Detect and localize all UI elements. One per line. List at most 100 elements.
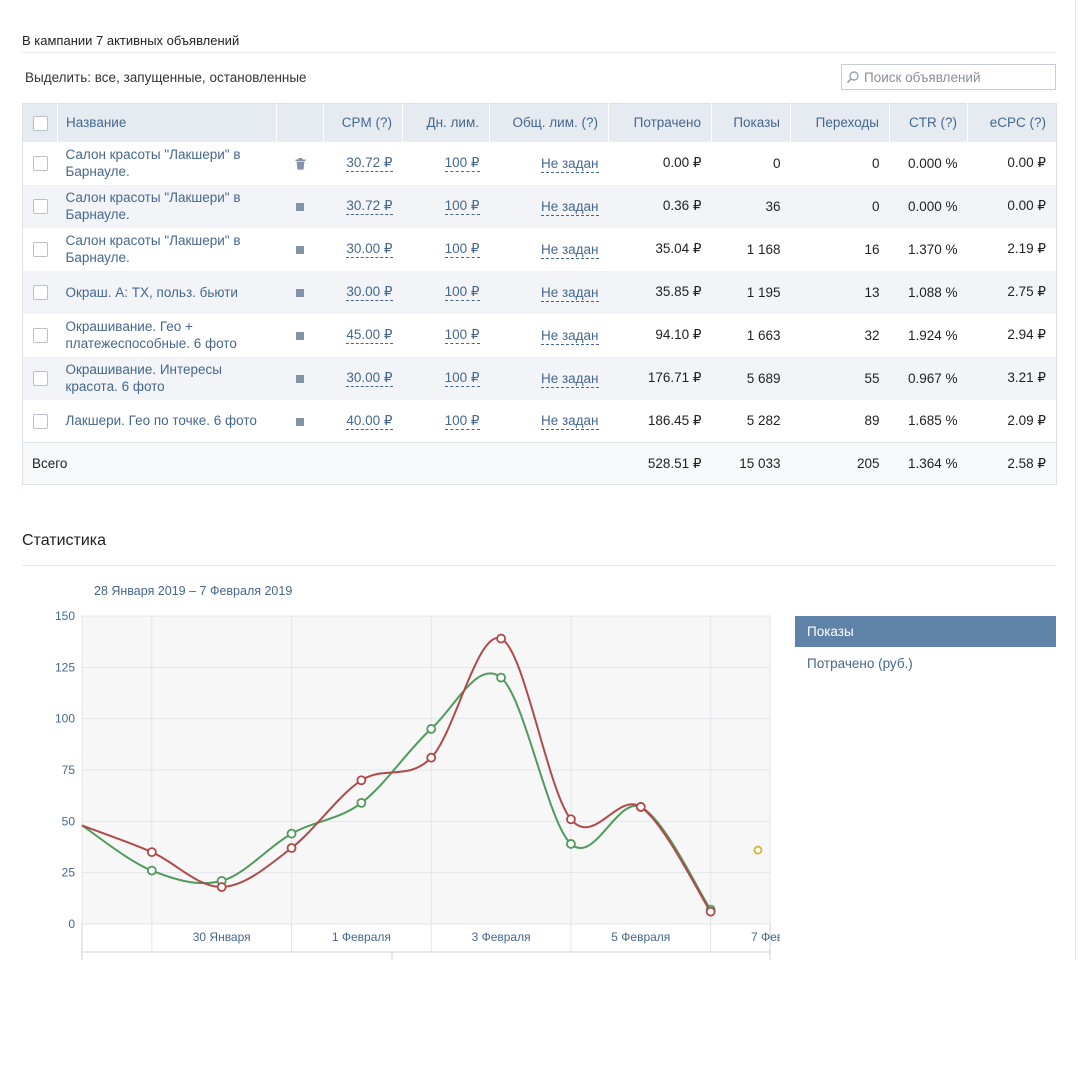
total-clicks: 205 — [790, 442, 890, 485]
series-2-point — [566, 814, 576, 825]
ad-impressions: 1 168 — [746, 241, 781, 257]
row-checkbox[interactable] — [32, 413, 48, 429]
ad-cpm[interactable]: 30.72 ₽ — [346, 198, 393, 215]
ad-cpm[interactable]: 45.00 ₽ — [346, 327, 393, 344]
ad-name[interactable]: Лакшери. Гео по точке. 6 фото — [58, 400, 277, 443]
table-row: Салон красоты "Лакшери" в Барнауле. 30.72… — [23, 142, 1057, 185]
ad-name[interactable]: Окрашивание. Интересы красота. 6 фото — [57, 356, 277, 400]
ad-day-limit[interactable]: 100 ₽ — [444, 327, 480, 344]
ad-total-limit[interactable]: Не задан — [540, 241, 599, 259]
search-input[interactable] — [864, 69, 1044, 85]
ad-name[interactable]: Окрашивание. Гео + платежеспособные. 6 ф… — [58, 314, 277, 357]
ad-day-limit[interactable]: 100 ₽ — [444, 198, 480, 215]
y-tick-label: 100 — [55, 712, 75, 726]
ad-day-limit[interactable]: 100 ₽ — [444, 412, 480, 430]
ad-cpm[interactable]: 30.72 ₽ — [346, 155, 393, 172]
ad-ecpc: 3.21 ₽ — [967, 356, 1057, 400]
ad-day-limit-cell: 100 ₽ — [402, 270, 490, 314]
row-checkbox[interactable] — [32, 198, 48, 214]
select-all-link[interactable]: все — [95, 70, 116, 85]
ad-cpm-cell: 30.00 ₽ — [324, 228, 403, 271]
stop-icon[interactable] — [296, 331, 304, 340]
ad-day-limit[interactable]: 100 ₽ — [444, 370, 480, 387]
trash-icon[interactable] — [295, 157, 306, 170]
series-2-point — [496, 633, 506, 644]
ad-day-limit-cell: 100 ₽ — [403, 400, 490, 443]
stats-title: Статистика — [22, 532, 107, 549]
ad-ctr: 1.088 % — [889, 270, 968, 314]
ad-total-limit[interactable]: Не задан — [540, 284, 599, 302]
row-checkbox[interactable] — [32, 241, 48, 257]
y-tick-label: 0 — [68, 917, 75, 931]
ad-total-limit[interactable]: Не задан — [540, 370, 599, 388]
row-checkbox[interactable] — [32, 370, 48, 386]
ad-ecpc: 2.75 ₽ — [967, 270, 1057, 314]
y-tick-label: 125 — [55, 660, 75, 674]
ad-ctr: 1.924 % — [907, 327, 958, 343]
column-header-total-limit[interactable]: Общ. лим. (?) — [489, 103, 609, 142]
ad-cpm-cell: 30.00 ₽ — [323, 356, 403, 400]
stop-icon[interactable] — [296, 245, 304, 254]
ad-name[interactable]: Салон красоты "Лакшери" в Барнауле. — [58, 228, 277, 271]
column-header-cpm[interactable]: CPM (?) — [323, 103, 403, 142]
ad-ecpc: 0.00 ₽ — [1007, 155, 1046, 170]
ad-cpm-cell: 30.72 ₽ — [323, 184, 403, 228]
series-2-point — [216, 882, 227, 892]
row-checkbox-cell — [23, 314, 58, 357]
select-all-checkbox[interactable] — [32, 115, 48, 131]
column-header-clicks[interactable]: Переходы — [790, 103, 890, 142]
table-row: Окрашивание. Интересы красота. 6 фото 30.… — [22, 356, 1057, 400]
ad-spent: 0.00 ₽ — [662, 155, 702, 170]
series-1-point — [566, 839, 576, 849]
row-checkbox-cell — [22, 270, 58, 314]
ad-total-limit[interactable]: Не задан — [540, 413, 599, 431]
column-header-name[interactable]: Название — [57, 103, 277, 142]
stop-icon[interactable] — [296, 374, 304, 383]
stats-divider — [22, 565, 1056, 566]
ad-total-limit[interactable]: Не задан — [540, 327, 599, 345]
ad-status-cell — [277, 314, 324, 357]
ad-name[interactable]: Салон красоты "Лакшери" в Барнауле. — [58, 142, 277, 185]
stop-icon[interactable] — [296, 417, 304, 426]
table-row: Окраш. А: ТХ, польз. бьюти 30.00 ₽ 100 ₽ Не… — [22, 270, 1057, 314]
tab-spent[interactable]: Потрачено (руб.) — [795, 648, 1056, 679]
ad-cpm[interactable]: 30.00 ₽ — [346, 284, 393, 301]
x-tick-label: 1 Февраля — [332, 930, 391, 944]
column-header-day-limit[interactable]: Дн. лим. — [402, 103, 490, 142]
row-checkbox[interactable] — [32, 284, 48, 300]
ad-cpm[interactable]: 30.00 ₽ — [346, 241, 393, 258]
series-1-point — [356, 797, 367, 808]
ad-total-limit-cell: Не задан — [490, 142, 609, 185]
stop-icon[interactable] — [296, 288, 304, 297]
stop-icon[interactable] — [296, 202, 304, 211]
row-checkbox[interactable] — [32, 327, 48, 343]
series-1-point — [496, 672, 506, 683]
table-header: Название CPM (?) Дн. лим. Общ. лим. (?) … — [22, 103, 1057, 142]
date-range[interactable]: 28 Января 2019 – 7 Февраля 2019 — [94, 584, 292, 598]
column-header-ctr[interactable]: CTR (?) — [889, 103, 968, 142]
row-checkbox[interactable] — [32, 155, 48, 171]
ad-total-limit[interactable]: Не задан — [540, 155, 599, 173]
ad-cpm-cell: 30.72 ₽ — [324, 142, 403, 185]
column-header-spent[interactable]: Потрачено — [608, 103, 712, 142]
column-header-ecpc[interactable]: eCPC (?) — [967, 103, 1057, 142]
ad-name[interactable]: Окраш. А: ТХ, польз. бьюти — [57, 270, 277, 314]
ad-clicks: 13 — [790, 270, 890, 314]
ad-cpm[interactable]: 40.00 ₽ — [346, 412, 393, 430]
column-header-impressions[interactable]: Показы — [711, 103, 791, 142]
total-impressions: 15 033 — [711, 442, 791, 485]
ad-total-limit-cell: Не задан — [490, 314, 609, 357]
ad-clicks: 89 — [864, 413, 880, 429]
y-tick-label: 50 — [62, 814, 76, 828]
ad-day-limit[interactable]: 100 ₽ — [444, 241, 480, 258]
ad-cpm[interactable]: 30.00 ₽ — [346, 370, 393, 387]
series-1-point — [146, 865, 157, 876]
ad-name[interactable]: Салон красоты "Лакшери" в Барнауле. — [57, 184, 277, 228]
select-running-link[interactable]: запущенные — [124, 70, 202, 85]
ad-impressions: 1 663 — [746, 327, 781, 343]
ad-day-limit[interactable]: 100 ₽ — [444, 155, 480, 172]
select-stopped-link[interactable]: остановленные — [209, 70, 306, 85]
ad-day-limit[interactable]: 100 ₽ — [444, 284, 480, 301]
ad-total-limit[interactable]: Не задан — [540, 198, 599, 216]
tab-impressions[interactable]: Показы — [795, 616, 1056, 647]
